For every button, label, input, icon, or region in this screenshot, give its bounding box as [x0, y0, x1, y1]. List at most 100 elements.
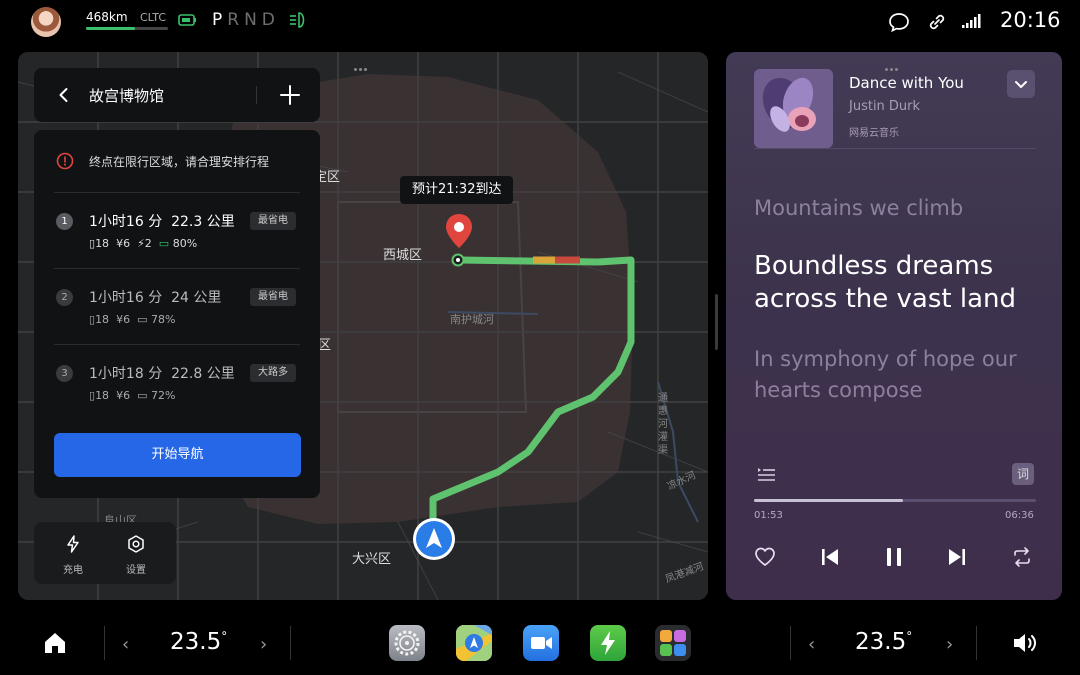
home-icon[interactable]: [42, 630, 68, 656]
route-panel-header: 故宫博物馆: [34, 68, 320, 122]
route-summary: 1小时16 分 22.3 公里: [89, 214, 235, 230]
volume-icon[interactable]: [1012, 631, 1040, 655]
signal-icon: [962, 14, 981, 28]
divider: [290, 626, 291, 660]
charge-tool-button[interactable]: 充电: [48, 534, 98, 576]
temp-right-decrease-button[interactable]: ‹: [808, 634, 815, 655]
gear-p: P: [212, 10, 228, 30]
music-source: 网易云音乐: [849, 128, 899, 139]
route-meta: ▯18 ¥6 ▭ 78%: [89, 313, 176, 326]
gear-icon: [394, 630, 420, 656]
link-icon[interactable]: [926, 11, 948, 33]
route-tag: 最省电: [250, 212, 296, 230]
route-end-marker-icon: [451, 253, 465, 267]
map-label-daxing: 大兴区: [352, 552, 392, 567]
panel-splitter[interactable]: [715, 294, 718, 350]
map-tools: 充电 设置: [34, 522, 176, 584]
lightning-icon: [67, 535, 79, 553]
playlist-icon[interactable]: [756, 465, 776, 483]
heart-icon[interactable]: [752, 544, 778, 570]
route-tag: 最省电: [250, 288, 296, 306]
settings-tool-button[interactable]: 设置: [111, 534, 161, 576]
lyric-next: In symphony of hope our hearts compose: [754, 347, 1017, 402]
battery-icon: ▭: [158, 237, 170, 250]
lyrics-toggle-button[interactable]: 词: [1012, 463, 1034, 485]
message-icon[interactable]: [888, 11, 910, 33]
gear-selector: PRND: [212, 10, 280, 30]
song-title: Dance with You: [849, 74, 964, 92]
route-meta: ▯18 ¥6 ⚡2 ▭ 80%: [89, 237, 198, 250]
map-app-icon: [456, 625, 492, 661]
divider: [104, 626, 105, 660]
route-number: 2: [56, 289, 73, 306]
clock: 20:16: [1000, 8, 1061, 32]
map-panel-grip[interactable]: [354, 56, 372, 71]
map-label-xicheng: 西城区: [383, 248, 423, 263]
route-options-card: 终点在限行区域，请合理安排行程 1 1小时16 分 22.3 公里 最省电 ▯1…: [34, 130, 320, 498]
header-divider: [256, 86, 257, 104]
repeat-icon[interactable]: [1009, 544, 1035, 570]
divider: [754, 148, 1036, 149]
route-option-1[interactable]: 1 1小时16 分 22.3 公里 最省电 ▯18 ¥6 ⚡2 ▭ 80%: [34, 192, 320, 268]
route-summary: 1小时16 分 24 公里: [89, 290, 222, 306]
route-summary: 1小时18 分 22.8 公里: [89, 366, 235, 382]
previous-track-icon[interactable]: [817, 544, 843, 570]
chevron-down-icon: [1015, 81, 1027, 88]
album-art-image: [754, 69, 833, 148]
eta-bubble: 预计21:32到达: [400, 176, 514, 204]
playback-progress-fill: [754, 499, 904, 502]
range-bar-fill: [86, 27, 136, 30]
restriction-warning: 终点在限行区域，请合理安排行程: [89, 155, 270, 169]
next-track-icon[interactable]: [944, 544, 970, 570]
playback-progress[interactable]: [754, 499, 1036, 502]
pause-icon[interactable]: [881, 544, 907, 570]
charging-app-button[interactable]: [590, 625, 626, 661]
temp-left-increase-button[interactable]: ›: [260, 634, 267, 655]
lyric-previous: Mountains we climb: [754, 196, 964, 220]
route-tag: 大路多: [250, 364, 296, 382]
headlight-icon: [290, 12, 305, 28]
status-bar: 468km CLTC PRND 20:16: [0, 0, 1080, 44]
time-total: 06:36: [1005, 510, 1034, 521]
control-center-app-button[interactable]: [655, 625, 691, 661]
divider: [976, 626, 977, 660]
maps-app-button[interactable]: [456, 625, 492, 661]
battery-charging-icon: [178, 14, 196, 26]
route-option-2[interactable]: 2 1小时16 分 24 公里 最省电 ▯18 ¥6 ▭ 78%: [34, 268, 320, 344]
video-camera-icon: [531, 637, 552, 649]
gear-d: D: [261, 10, 280, 30]
back-icon[interactable]: [54, 85, 74, 105]
route-option-3[interactable]: 3 1小时18 分 22.8 公里 大路多 ▯18 ¥6 ▭ 72%: [34, 344, 320, 420]
start-navigation-button[interactable]: 开始导航: [54, 433, 301, 477]
album-cover[interactable]: [754, 69, 833, 148]
divider: [790, 626, 791, 660]
map-label-river-1: 通惠河灌渠: [658, 393, 668, 456]
temp-right-increase-button[interactable]: ›: [946, 634, 953, 655]
map-label-moat: 南护城河: [450, 313, 494, 326]
current-location-icon[interactable]: [412, 517, 456, 561]
collapse-button[interactable]: [1007, 70, 1035, 98]
temp-right[interactable]: 23.5°: [855, 629, 912, 655]
add-waypoint-icon[interactable]: [278, 83, 302, 107]
time-elapsed: 01:53: [754, 510, 783, 521]
grid-icon: [660, 630, 686, 656]
video-call-app-button[interactable]: [523, 625, 559, 661]
range-standard: CLTC: [140, 11, 167, 24]
battery-icon: ▭: [137, 389, 148, 402]
temp-left-decrease-button[interactable]: ‹: [122, 634, 129, 655]
settings-app-button[interactable]: [389, 625, 425, 661]
warning-icon: [56, 152, 74, 170]
navigation-map[interactable]: 定区 西城区 区 南护城河 大兴区 阜山区 通惠河灌渠 凉水河 凤港减河 预计2…: [18, 52, 708, 600]
settings-hex-icon: [128, 535, 144, 553]
range-bar: [86, 27, 168, 30]
temp-left[interactable]: 23.5°: [170, 629, 227, 655]
charger-icon: ⚡: [137, 237, 145, 250]
range-value: 468km: [86, 10, 128, 24]
gear-n: N: [244, 10, 262, 30]
user-avatar[interactable]: [31, 7, 61, 37]
gear-r: R: [227, 10, 245, 30]
settings-label: 设置: [126, 565, 146, 576]
charge-label: 充电: [63, 565, 83, 576]
music-panel-grip[interactable]: [885, 56, 903, 71]
destination-pin-icon[interactable]: [443, 212, 475, 252]
